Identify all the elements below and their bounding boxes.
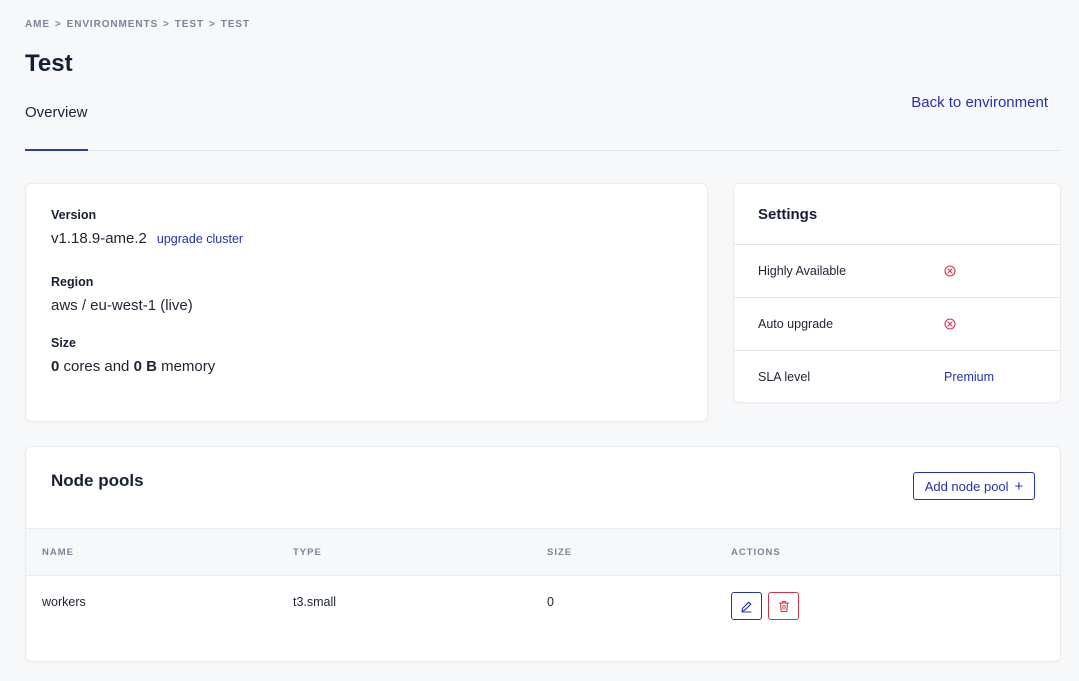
settings-title: Settings xyxy=(734,184,1060,245)
upgrade-cluster-link[interactable]: upgrade cluster xyxy=(157,232,243,246)
delete-node-pool-button[interactable] xyxy=(768,592,799,620)
plus-icon: + xyxy=(1014,477,1024,495)
sla-level-label: SLA level xyxy=(758,370,811,384)
settings-row-sla-level: SLA level Premium xyxy=(734,351,1060,404)
column-header-name: NAME xyxy=(42,547,74,558)
node-pool-type: t3.small xyxy=(293,595,337,609)
version-field: Version v1.18.9-ame.2 upgrade cluster xyxy=(51,208,243,247)
x-circle-icon xyxy=(944,265,956,277)
column-header-size: SIZE xyxy=(547,547,573,558)
node-pools-card: Node pools Add node pool + NAME TYPE SIZ… xyxy=(25,446,1061,662)
region-field: Region aws / eu-west-1 (live) xyxy=(51,275,193,314)
version-row: v1.18.9-ame.2 upgrade cluster xyxy=(51,230,243,247)
edit-node-pool-button[interactable] xyxy=(731,592,762,620)
node-pools-title: Node pools xyxy=(51,471,144,490)
pencil-icon xyxy=(741,601,752,613)
highly-available-label: Highly Available xyxy=(758,264,847,278)
size-field: Size 0 cores and 0 B memory xyxy=(51,336,215,375)
size-cores-text: cores and xyxy=(59,358,134,375)
version-value: v1.18.9-ame.2 xyxy=(51,230,147,247)
size-label: Size xyxy=(51,336,77,350)
column-header-type: TYPE xyxy=(293,547,322,558)
region-label: Region xyxy=(51,275,94,289)
settings-row-highly-available: Highly Available xyxy=(734,245,1060,298)
auto-upgrade-label: Auto upgrade xyxy=(758,317,834,331)
node-pool-name: workers xyxy=(42,595,86,609)
settings-row-auto-upgrade: Auto upgrade xyxy=(734,298,1060,351)
table-row: workers t3.small 0 xyxy=(26,576,1060,662)
add-node-pool-button[interactable]: Add node pool + xyxy=(913,472,1035,500)
size-memory-text: memory xyxy=(156,358,216,375)
tab-overview[interactable]: Overview xyxy=(25,104,88,151)
size-value: 0 cores and 0 B memory xyxy=(51,358,215,375)
settings-card: Settings Highly Available Auto upgrade S… xyxy=(733,183,1061,403)
sla-level-value[interactable]: Premium xyxy=(944,370,994,384)
add-node-pool-label: Add node pool xyxy=(924,478,1009,494)
cluster-info-card: Version v1.18.9-ame.2 upgrade cluster Reg… xyxy=(25,183,708,422)
column-header-actions: ACTIONS xyxy=(731,547,781,558)
node-pool-size: 0 xyxy=(547,595,554,609)
table-header: NAME TYPE SIZE ACTIONS xyxy=(26,528,1060,576)
trash-icon xyxy=(778,600,789,612)
x-circle-icon xyxy=(944,318,956,330)
version-label: Version xyxy=(51,208,97,222)
size-memory: 0 B xyxy=(133,358,157,375)
region-value: aws / eu-west-1 (live) xyxy=(51,297,193,314)
back-to-environment-link[interactable]: Back to environment xyxy=(911,94,1048,111)
tab-bar: Overview xyxy=(25,0,1061,151)
